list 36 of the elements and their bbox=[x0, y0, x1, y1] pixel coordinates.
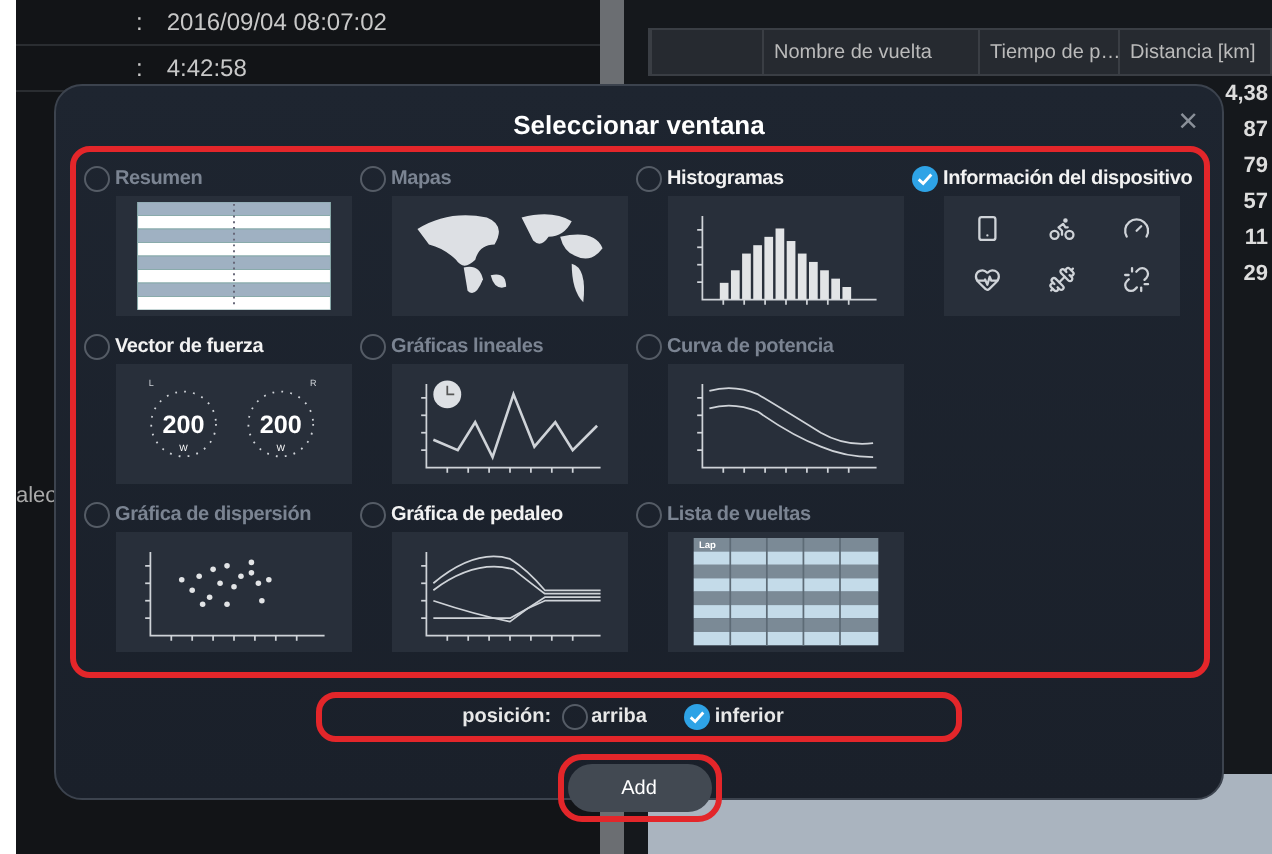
window-label: Curva de potencia bbox=[667, 335, 834, 357]
radio-button[interactable] bbox=[561, 704, 588, 730]
radio-button[interactable] bbox=[83, 333, 109, 359]
window-label: Gráfica de dispersión bbox=[115, 503, 312, 525]
table-cell-text: 57 bbox=[1243, 188, 1268, 218]
separator-text: : bbox=[136, 54, 143, 82]
close-button[interactable]: × bbox=[1178, 102, 1198, 142]
table-cell-text: 11 bbox=[1244, 224, 1268, 254]
table-cell-text: 29 bbox=[1243, 260, 1268, 290]
column-header[interactable]: Nombre de vuelta bbox=[762, 30, 978, 74]
window-label: Gráfica de pedaleo bbox=[391, 503, 563, 525]
radio-option[interactable]: arriba bbox=[561, 704, 647, 730]
separator-text: : bbox=[136, 8, 143, 36]
column-header[interactable]: Distancia [km] bbox=[1118, 30, 1270, 74]
radio-button[interactable] bbox=[359, 501, 385, 527]
radio-button[interactable] bbox=[684, 704, 711, 730]
window-label: Mapas bbox=[391, 167, 452, 189]
table-cell-text: 87 bbox=[1243, 116, 1268, 146]
table-cell-text: 79 bbox=[1243, 152, 1268, 182]
add-button[interactable]: Add bbox=[567, 764, 711, 812]
summary-value: 4:42:58 bbox=[166, 54, 247, 82]
window-label: Resumen bbox=[115, 167, 203, 189]
window-label: Lista de vueltas bbox=[667, 503, 811, 525]
window-label: Información del dispositivo bbox=[943, 167, 1193, 189]
summary-value: 2016/09/04 08:07:02 bbox=[166, 8, 387, 36]
radio-button[interactable] bbox=[911, 165, 937, 191]
table-cell-text: 4,38 bbox=[1225, 80, 1268, 110]
window-label: Vector de fuerza bbox=[115, 335, 264, 357]
position-label: posición: bbox=[462, 706, 552, 728]
dialog-title: Seleccionar ventana bbox=[513, 110, 765, 140]
window-label: Histogramas bbox=[667, 167, 784, 189]
radio-option[interactable]: inferior bbox=[684, 704, 784, 730]
table-thumbnail-icon bbox=[133, 202, 333, 310]
column-header[interactable]: Tiempo de p… bbox=[978, 30, 1118, 74]
window-label: Gráficas lineales bbox=[391, 335, 544, 357]
radio-button[interactable] bbox=[635, 165, 661, 191]
